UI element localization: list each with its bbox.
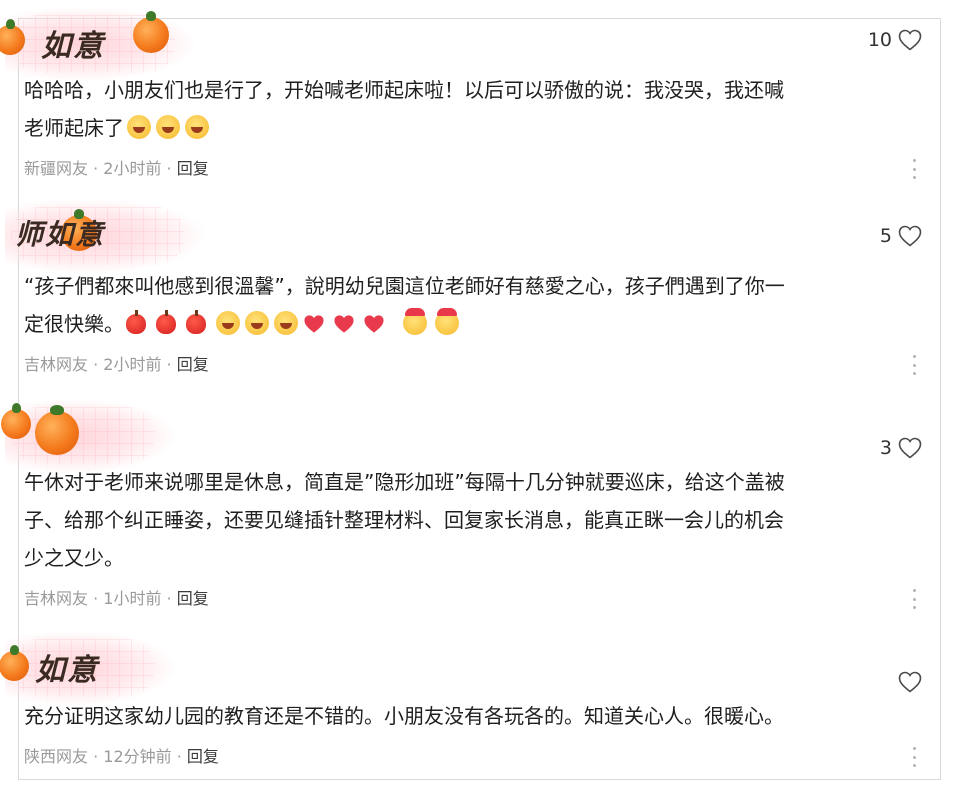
comment-item: 师如意 5 “孩子們都來叫他感到很溫馨”，說明幼兒園這位老師好有慈愛之心，孩子們… bbox=[5, 199, 940, 415]
comment-text-line: 哈哈哈，小朋友们也是行了，开始喊老师起床啦！以后可以骄傲的说：我没哭，我还喊 bbox=[24, 78, 784, 102]
comment-text: 哈哈哈，小朋友们也是行了，开始喊老师起床啦！以后可以骄傲的说：我没哭，我还喊 老… bbox=[24, 71, 904, 147]
time-label: 1小时前 bbox=[103, 589, 162, 608]
location-label: 吉林网友 bbox=[24, 589, 89, 608]
laugh-emoji-icon bbox=[185, 115, 209, 139]
heart-outline-icon bbox=[898, 671, 922, 693]
more-vertical-icon[interactable] bbox=[912, 159, 916, 179]
sticker-decoration: 如意 bbox=[0, 631, 175, 705]
like-button[interactable]: 3 bbox=[880, 437, 922, 459]
heart-outline-icon bbox=[898, 225, 922, 247]
separator: · bbox=[88, 159, 104, 178]
comment-text-line: 少之又少。 bbox=[24, 546, 124, 570]
more-vertical-icon[interactable] bbox=[912, 589, 916, 609]
laugh-emoji-icon bbox=[274, 311, 298, 335]
comment-text-line: 午休对于老师来说哪里是休息，简直是”隐形加班”每隔十几分钟就要巡床，给这个盖被 bbox=[24, 470, 785, 494]
comment-meta: 陕西网友 · 12分钟前 · 回复 bbox=[24, 743, 219, 767]
sticker-text: 如意 bbox=[41, 29, 105, 64]
comment-text: 午休对于老师来说哪里是休息，简直是”隐形加班”每隔十几分钟就要巡床，给这个盖被 … bbox=[24, 463, 904, 577]
comment-text: “孩子們都來叫他感到很溫馨”，說明幼兒園這位老師好有慈愛之心，孩子們遇到了你一 … bbox=[24, 267, 904, 343]
apple-emoji-icon bbox=[156, 310, 176, 334]
red-heart-emoji-icon bbox=[334, 315, 354, 333]
laugh-emoji-icon bbox=[127, 115, 151, 139]
location-label: 陕西网友 bbox=[24, 747, 89, 766]
more-vertical-icon[interactable] bbox=[912, 355, 916, 375]
like-count: 5 bbox=[879, 225, 892, 247]
persimmon-icon bbox=[1, 403, 31, 439]
comment-text-line: 充分证明这家幼儿园的教育还是不错的。小朋友没有各玩各的。知道关心人。很暖心。 bbox=[24, 704, 784, 728]
apple-emoji-icon bbox=[186, 310, 206, 334]
sticker-text: 如意 bbox=[35, 653, 99, 688]
comment-item: 如意 充分证明这家幼儿园的教育还是不错的。小朋友没有各玩各的。知道关心人。很暖心… bbox=[0, 631, 940, 781]
reply-button[interactable]: 回复 bbox=[187, 747, 219, 766]
comment-text: 充分证明这家幼儿园的教育还是不错的。小朋友没有各玩各的。知道关心人。很暖心。 bbox=[24, 697, 904, 735]
separator: · bbox=[88, 589, 104, 608]
separator: · bbox=[161, 159, 177, 178]
reply-button[interactable]: 回复 bbox=[177, 355, 209, 374]
comment-list: 如意 10 哈哈哈，小朋友们也是行了，开始喊老师起床啦！以后可以骄傲的说：我没哭… bbox=[0, 7, 941, 781]
comment-text-line: 子、给那个纠正睡姿，还要见缝插针整理材料、回复家长消息，能真正眯一会儿的机会 bbox=[24, 508, 784, 532]
red-heart-emoji-icon bbox=[364, 315, 384, 333]
comment-meta: 吉林网友 · 2小时前 · 回复 bbox=[24, 351, 209, 375]
red-heart-emoji-icon bbox=[304, 315, 324, 333]
sticker-decoration: 师如意 bbox=[5, 199, 205, 273]
separator: · bbox=[88, 355, 104, 374]
location-label: 吉林网友 bbox=[24, 355, 89, 374]
like-count: 3 bbox=[879, 437, 892, 459]
comment-text-line: “孩子們都來叫他感到很溫馨”，說明幼兒園這位老師好有慈愛之心，孩子們遇到了你一 bbox=[24, 274, 785, 298]
time-label: 12分钟前 bbox=[103, 747, 172, 766]
more-vertical-icon[interactable] bbox=[912, 747, 916, 767]
party-emoji-icon bbox=[403, 308, 427, 335]
separator: · bbox=[88, 747, 104, 766]
comment-text-line: 定很快樂。 bbox=[24, 305, 904, 343]
laugh-emoji-icon bbox=[245, 311, 269, 335]
separator: · bbox=[171, 747, 187, 766]
comment-meta: 新疆网友 · 2小时前 · 回复 bbox=[24, 155, 209, 179]
separator: · bbox=[161, 589, 177, 608]
location-label: 新疆网友 bbox=[24, 159, 89, 178]
like-button[interactable]: 5 bbox=[880, 225, 922, 247]
heart-outline-icon bbox=[898, 437, 922, 459]
persimmon-icon bbox=[133, 11, 169, 53]
reply-button[interactable]: 回复 bbox=[177, 589, 209, 608]
party-emoji-icon bbox=[435, 308, 459, 335]
time-label: 2小时前 bbox=[103, 159, 162, 178]
laugh-emoji-icon bbox=[216, 311, 240, 335]
comment-text-line: 定很快樂。 bbox=[24, 312, 124, 336]
laugh-emoji-icon bbox=[156, 115, 180, 139]
comment-text-line: 老师起床了 bbox=[24, 116, 124, 140]
comment-item: 如意 10 哈哈哈，小朋友们也是行了，开始喊老师起床啦！以后可以骄傲的说：我没哭… bbox=[0, 7, 940, 219]
heart-outline-icon bbox=[898, 29, 922, 51]
time-label: 2小时前 bbox=[103, 355, 162, 374]
apple-emoji-icon bbox=[126, 310, 146, 334]
comment-meta: 吉林网友 · 1小时前 · 回复 bbox=[24, 585, 209, 609]
comment-text-line: 老师起床了 bbox=[24, 109, 904, 147]
like-button[interactable]: 10 bbox=[868, 29, 922, 51]
separator: · bbox=[161, 355, 177, 374]
sticker-decoration: 如意 bbox=[0, 7, 195, 81]
reply-button[interactable]: 回复 bbox=[177, 159, 209, 178]
like-button[interactable] bbox=[892, 671, 922, 693]
comment-item: 3 午休对于老师来说哪里是休息，简直是”隐形加班”每隔十几分钟就要巡床，给这个盖… bbox=[1, 399, 940, 643]
like-count: 10 bbox=[867, 29, 892, 51]
sticker-text: 师如意 bbox=[15, 218, 106, 251]
persimmon-icon bbox=[0, 645, 29, 681]
sticker-decoration bbox=[1, 399, 175, 473]
persimmon-icon bbox=[35, 405, 79, 455]
